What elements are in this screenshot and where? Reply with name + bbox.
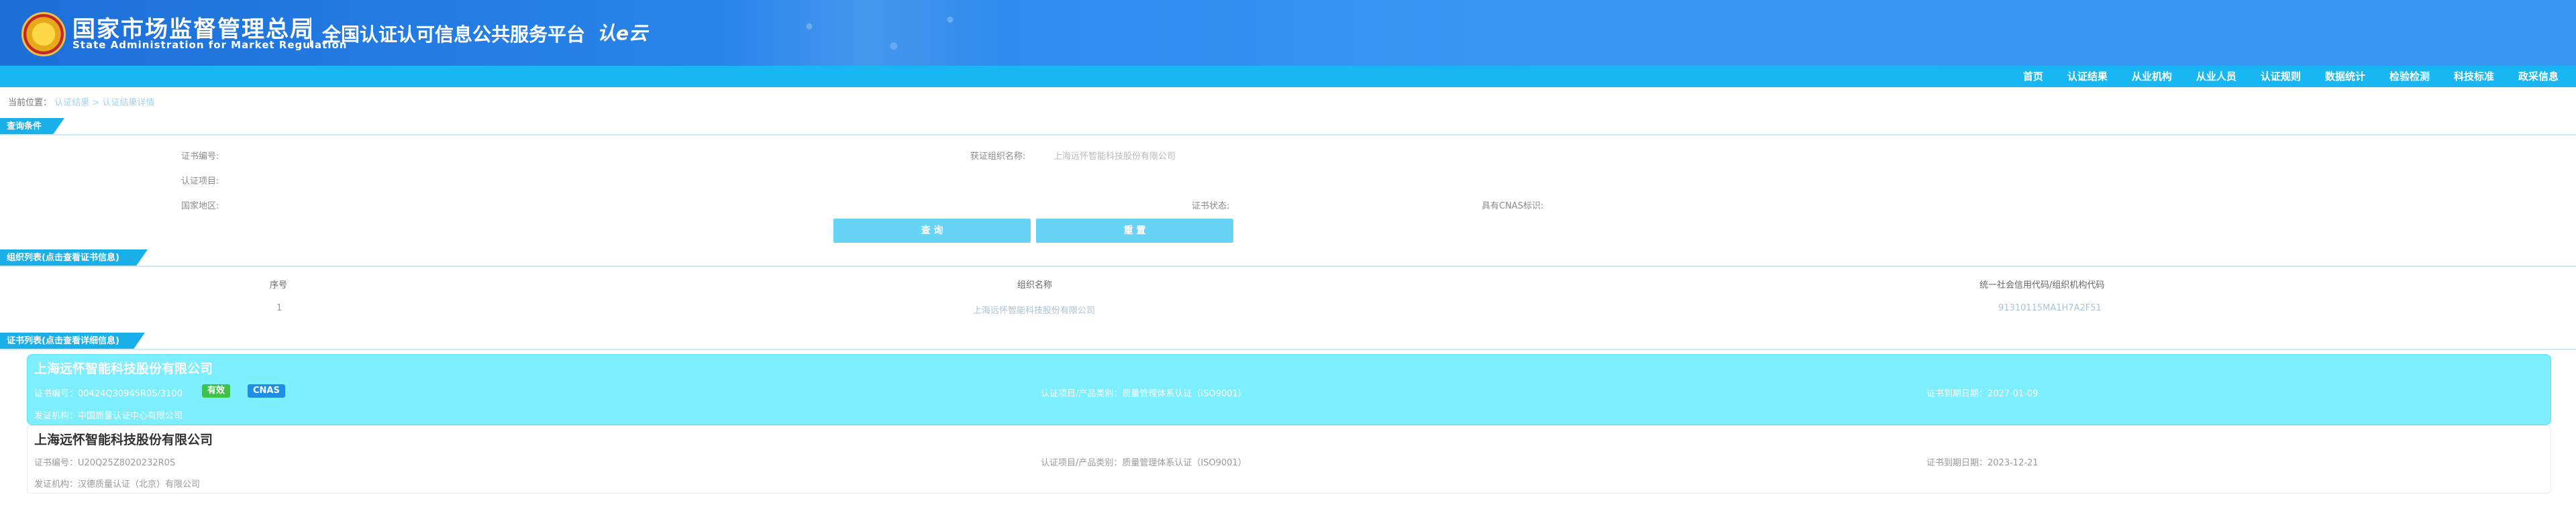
main-nav: 首页 认证结果 从业机构 从业人员 认证规则 数据统计 检验检测 科技标准 政采… <box>2011 66 2571 87</box>
cert-project-label: 认证项目: <box>181 176 219 186</box>
breadcrumb-link-results[interactable]: 认证结果 <box>54 98 89 108</box>
org-table-header-code: 统一社会信用代码/组织机构代码 <box>1979 280 2105 290</box>
reset-button[interactable]: 重 置 <box>1036 219 1233 243</box>
cert-no-label: 证书编号: <box>181 152 219 162</box>
header-divider <box>310 17 311 47</box>
cert-project: 认证项目/产品类别：质量管理体系认证（ISO9001） <box>1041 389 1247 399</box>
cert-company-name: 上海远怀智能科技股份有限公司 <box>34 433 213 447</box>
org-list-section-tag: 组织列表(点击查看证书信息) <box>0 249 148 267</box>
cert-expiry: 证书到期日期：2023-12-21 <box>1926 458 2039 468</box>
org-name-en: State Administration for Market Regulati… <box>72 39 348 51</box>
query-section-tag: 查询条件 <box>0 118 64 135</box>
query-section-line <box>0 134 2576 135</box>
cert-list-section-line <box>0 349 2576 350</box>
national-emblem-icon <box>21 12 66 56</box>
nav-personnel[interactable]: 从业人员 <box>2184 66 2249 87</box>
breadcrumb: 当前位置： 认证结果 > 认证结果详情 <box>8 95 154 108</box>
cert-number: 证书编号：U20Q25Z8020232R0S <box>34 458 176 468</box>
breadcrumb-sep: > <box>92 98 100 108</box>
cert-card[interactable]: 上海远怀智能科技股份有限公司 证书编号：U20Q25Z8020232R0S 认证… <box>27 425 2551 494</box>
cert-list-section-tag: 证书列表(点击查看详细信息) <box>0 333 145 350</box>
org-row-seq: 1 <box>276 303 282 313</box>
org-table-header-seq: 序号 <box>270 280 288 290</box>
nav-cert-results[interactable]: 认证结果 <box>2055 66 2120 87</box>
org-list-section-line <box>0 266 2576 267</box>
nav-inspection[interactable]: 检验检测 <box>2377 66 2442 87</box>
nav-procurement[interactable]: 政采信息 <box>2506 66 2571 87</box>
org-name-input[interactable]: 上海远怀智能科技股份有限公司 <box>1053 149 1176 162</box>
cert-number: 证书编号：00424Q30945R0S/3100 <box>34 389 183 399</box>
nav-cert-rules[interactable]: 认证规则 <box>2249 66 2313 87</box>
nav-statistics[interactable]: 数据统计 <box>2313 66 2377 87</box>
breadcrumb-prefix: 当前位置： <box>8 98 52 108</box>
cnas-label: 具有CNAS标识: <box>1482 201 1544 211</box>
header-decoration <box>725 0 1007 66</box>
country-label: 国家地区: <box>181 201 219 211</box>
cert-agency: 发证机构：汉德质量认证（北京）有限公司 <box>34 480 201 490</box>
search-button[interactable]: 查 询 <box>833 219 1031 243</box>
cert-card-selected[interactable]: 上海远怀智能科技股份有限公司 证书编号：00424Q30945R0S/3100 … <box>27 354 2551 425</box>
cnas-badge: CNAS <box>248 384 285 398</box>
cert-project: 认证项目/产品类别：质量管理体系认证（ISO9001） <box>1041 458 1247 468</box>
main-nav-bar: 首页 认证结果 从业机构 从业人员 认证规则 数据统计 检验检测 科技标准 政采… <box>0 66 2576 87</box>
cert-status-label: 证书状态: <box>1192 201 1230 211</box>
cert-agency: 发证机构：中国质量认证中心有限公司 <box>34 411 183 421</box>
cert-expiry: 证书到期日期：2027-01-09 <box>1926 389 2039 399</box>
org-row-name[interactable]: 上海远怀智能科技股份有限公司 <box>973 303 1095 316</box>
breadcrumb-current: 认证结果详情 <box>102 98 155 108</box>
nav-standards[interactable]: 科技标准 <box>2442 66 2506 87</box>
org-table-header-name: 组织名称 <box>1017 280 1053 290</box>
nav-home[interactable]: 首页 <box>2011 66 2055 87</box>
org-row-code: 91310115MA1H7A2F51 <box>1998 303 2102 313</box>
org-name-label: 获证组织名称: <box>970 152 1026 162</box>
cert-company-name: 上海远怀智能科技股份有限公司 <box>34 361 213 376</box>
nav-agencies[interactable]: 从业机构 <box>2120 66 2184 87</box>
platform-title: 全国认证认可信息公共服务平台 <box>322 23 586 46</box>
site-header: 国家市场监督管理总局 State Administration for Mark… <box>0 0 2576 66</box>
cert-status-badge: 有效 <box>202 384 231 398</box>
brand-logo: 认e云 <box>597 22 648 44</box>
